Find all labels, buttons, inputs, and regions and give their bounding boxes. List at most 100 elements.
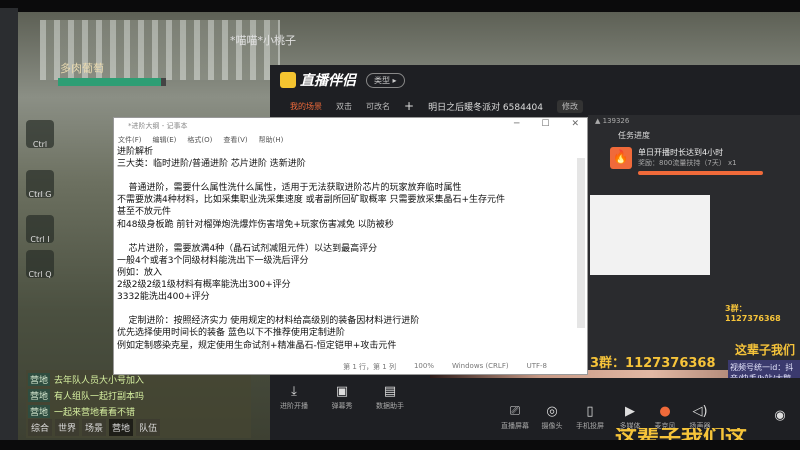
tv-icon: ▣ [335, 384, 349, 399]
notepad-line: 不需要放满4种材料，比如采集职业洗采集速度 或者副所回矿取概率 只需要放采集晶石… [117, 195, 505, 206]
logo-icon [280, 72, 296, 88]
visibility-toggle[interactable]: ◉ [760, 408, 800, 425]
task-progress-card: 任务进度 🔥 单日开播时长达到4小时 奖励：800流量扶持（7天） x1 [610, 130, 800, 190]
button-label: 摄像头 [541, 422, 563, 430]
menu-file[interactable]: 文件(F) [118, 135, 142, 146]
health-fill [58, 78, 161, 86]
preview-qq-group: 3群：1127376368 [725, 304, 781, 323]
notepad-text-area[interactable]: 进阶解析三大类：临时进阶/普通进阶 芯片进阶 迭新进阶 普通进阶，需要什么属性洗… [114, 146, 587, 352]
status-encoding: UTF-8 [526, 362, 547, 370]
notepad-line: 普通进阶，需要什么属性洗什么属性，适用于无法获取进阶芯片的玩家放弃临时属性 [117, 183, 462, 194]
chat-tag: 营地 [28, 388, 51, 402]
screen-share-button[interactable]: ⎚ 直播屏幕 [495, 404, 535, 431]
monitor-icon: ⎚ [509, 404, 521, 419]
scene-tabs: 我的场景 双击 可改名 + 明日之后暖冬派对 6584404 修改 [270, 95, 800, 117]
menu-format[interactable]: 格式(O) [187, 135, 212, 146]
player-name: 多肉葡萄 [60, 62, 104, 75]
viewer-number: 139326 [602, 117, 630, 125]
notepad-line: 3332能洗出400+评分 [117, 292, 210, 303]
phone-cast-button[interactable]: ▯ 手机投屏 [570, 404, 610, 431]
notepad-line: 例如：放入 [117, 267, 163, 278]
task-progress-bar [638, 171, 763, 175]
task-reward: 奖励：800流量扶持（7天） x1 [638, 159, 737, 167]
button-label: 弹幕秀 [331, 402, 353, 410]
chart-icon: ▤ [383, 384, 397, 399]
notepad-line: 和48级身板跪 前针对榴弹炮洗爆炸伤害增免+玩家伤害减免 以防被秒 [117, 219, 394, 230]
chat-tag: 营地 [28, 372, 51, 386]
fire-icon: 🔥 [610, 147, 632, 169]
notepad-menu: 文件(F) 编辑(E) 格式(O) 查看(V) 帮助(H) [114, 132, 587, 146]
tab-my-scene[interactable]: 我的场景 [290, 101, 322, 112]
microphone-button[interactable]: ● 麦克风 [645, 404, 685, 431]
notepad-window: *进阶大纲 - 记事本 ─ ☐ ✕ 文件(F) 编辑(E) 格式(O) 查看(V) … [113, 117, 588, 375]
advanced-stream-button[interactable]: ⤓ 进阶开播 [274, 384, 314, 411]
qq-group-overlay: 3群：1127376368 [590, 356, 716, 371]
camera-button[interactable]: ◎ 摄像头 [532, 404, 572, 431]
chat-tab[interactable]: 综合 [28, 419, 53, 436]
eye-icon: ◉ [774, 408, 786, 423]
side-icon-2[interactable]: Ctrl G [26, 170, 54, 199]
chat-tab[interactable]: 队伍 [136, 419, 161, 436]
edit-title-button[interactable]: 修改 [557, 99, 584, 113]
type-button[interactable]: 类型 ▸ [366, 72, 405, 88]
button-label: 数据助手 [376, 402, 404, 410]
side-icon-3[interactable]: Ctrl I [26, 215, 54, 244]
chat-tab[interactable]: 场景 [82, 419, 107, 436]
chat-tab-active[interactable]: 营地 [109, 419, 134, 436]
app-logo: 直播伴侣 [280, 70, 356, 90]
notepad-line: 定制进阶：按照经济实力 使用规定的材料给高级别的装备因材料进行进阶 [117, 316, 420, 327]
notepad-line: 例如定制感染克星，规定使用生命试剂+精准晶石-恒定铠甲+攻击元件 [117, 340, 397, 351]
notepad-line: 芯片进阶，需要放满4种（晶石试剂减阻元件）以达到最高评分 [117, 243, 378, 254]
media-button[interactable]: ▶ 多媒体 [610, 404, 650, 431]
notepad-titlebar: *进阶大纲 - 记事本 ─ ☐ ✕ [114, 118, 587, 132]
notepad-line [117, 303, 584, 315]
side-icon-label: Ctrl G [28, 190, 52, 199]
side-icon-label: Ctrl I [30, 235, 50, 244]
npc-name: *喵喵*小桃子 [230, 34, 296, 47]
task-header: 任务进度 [618, 131, 650, 140]
menu-view[interactable]: 查看(V) [223, 135, 247, 146]
add-scene-button[interactable]: + [404, 99, 414, 113]
notepad-line: 甚至不放元件 [117, 207, 172, 218]
chat-text: 一起来营地看看不错 [54, 407, 136, 418]
speaker-button[interactable]: ◁) 扬声器 [680, 404, 720, 431]
button-label: 直播屏幕 [501, 422, 529, 430]
app-name: 直播伴侣 [300, 73, 356, 89]
side-icon-label: Ctrl Q [28, 270, 52, 279]
notepad-line: 一般4个或者3个同级材料能洗出下一级洗后评分 [117, 255, 309, 266]
status-line-ending: Windows (CRLF) [451, 362, 509, 370]
health-bar [58, 78, 166, 86]
notepad-line [117, 231, 584, 243]
menu-help[interactable]: 帮助(H) [259, 135, 284, 146]
notepad-scrollbar[interactable] [577, 158, 585, 328]
camera-icon: ◎ [546, 404, 558, 419]
minimize-button[interactable]: ─ [514, 119, 519, 129]
app-header: 直播伴侣 类型 ▸ [270, 65, 800, 95]
notepad-line: 三大类：临时进阶/普通进阶 芯片进阶 迭新进阶 [117, 159, 306, 170]
left-frame [0, 8, 18, 440]
viewer-count: ▲ 139326 [595, 117, 630, 125]
microphone-icon: ● [659, 404, 671, 419]
chat-tab[interactable]: 世界 [55, 419, 80, 436]
notepad-line: 优先选择使用时间长的装备 蓝色以下不推荐使用定制进阶 [117, 328, 345, 339]
play-icon: ▶ [625, 404, 635, 419]
speaker-icon: ◁) [692, 404, 708, 419]
menu-edit[interactable]: 编辑(E) [153, 135, 177, 146]
tab-scene-3[interactable]: 可改名 [366, 101, 390, 112]
side-icon-4[interactable]: Ctrl Q [26, 250, 54, 279]
preview-notepad-mirror [590, 195, 710, 275]
notepad-line: 2级2级2级1级材料有概率能洗出300+评分 [117, 280, 291, 291]
danmaku-show-button[interactable]: ▣ 弹幕秀 [322, 384, 362, 411]
notepad-line: 进阶解析 [117, 147, 154, 157]
maximize-button[interactable]: ☐ [541, 119, 549, 129]
close-button[interactable]: ✕ [571, 119, 579, 129]
data-assistant-button[interactable]: ▤ 数据助手 [370, 384, 410, 411]
phone-icon: ▯ [586, 404, 594, 419]
status-position: 第 1 行，第 1 列 [343, 363, 396, 371]
side-icon-1[interactable]: Ctrl Tab [26, 120, 54, 199]
button-label: 进阶开播 [280, 402, 308, 410]
tab-scene-2[interactable]: 双击 [336, 101, 352, 112]
chat-panel: 营地 去年队人员大小号加入 营地 有人组队一起打副本吗 营地 一起来营地看看不错 综合… [26, 370, 251, 438]
notepad-title: *进阶大纲 - 记事本 [128, 122, 188, 130]
notepad-status-bar: 第 1 行，第 1 列 100% Windows (CRLF) UTF-8 [343, 362, 547, 372]
